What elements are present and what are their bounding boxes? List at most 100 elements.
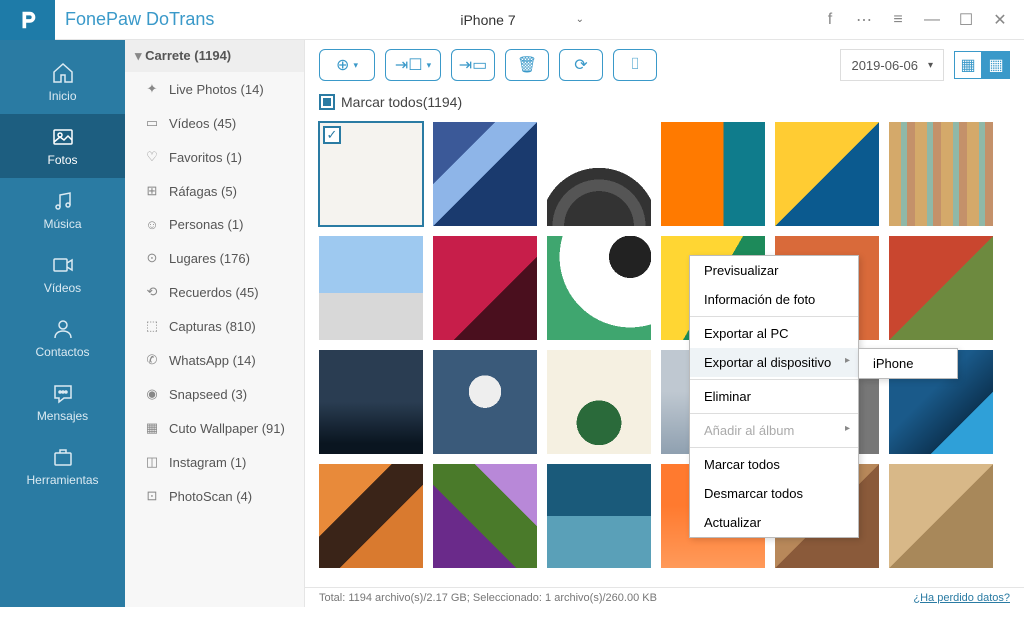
photo-thumbnail[interactable] [433, 350, 537, 454]
album-icon: ⟲ [143, 284, 161, 300]
album-item[interactable]: ◉ Snapseed (3) [125, 377, 304, 411]
photo-thumbnail[interactable] [433, 122, 537, 226]
album-item[interactable]: ✆WhatsApp (14) [125, 343, 304, 377]
context-menu: Previsualizar Información de foto Export… [689, 255, 859, 538]
album-item[interactable]: ▦Cuto Wallpaper (91) [125, 411, 304, 445]
select-all[interactable]: Marcar todos(1194) [305, 90, 1024, 118]
sidebar-label: Vídeos [44, 281, 81, 295]
ctx-add-album: Añadir al álbum [690, 416, 858, 445]
album-icon: ▦ [143, 420, 161, 436]
photo-thumbnail[interactable] [661, 122, 765, 226]
album-label: Favoritos (1) [169, 150, 242, 165]
ctx-unmark-all[interactable]: Desmarcar todos [690, 479, 858, 508]
sidebar-item-inicio[interactable]: Inicio [0, 50, 125, 114]
thumb-checkbox[interactable]: ✓ [323, 126, 341, 144]
ctx-delete[interactable]: Eliminar [690, 382, 858, 411]
select-all-label: Marcar todos(1194) [341, 94, 462, 110]
album-item[interactable]: ⊙Lugares (176) [125, 241, 304, 275]
photo-thumbnail[interactable] [319, 350, 423, 454]
album-label: Instagram (1) [169, 455, 246, 470]
album-label: Vídeos (45) [169, 116, 236, 131]
album-label: PhotoScan (4) [169, 489, 252, 504]
ctx-refresh[interactable]: Actualizar [690, 508, 858, 537]
feedback-icon[interactable]: f [820, 11, 840, 29]
photo-thumbnail[interactable] [775, 122, 879, 226]
photo-thumbnail[interactable] [319, 464, 423, 568]
album-item[interactable]: ⟲ Recuerdos (45) [125, 275, 304, 309]
ctx-info[interactable]: Información de foto [690, 285, 858, 314]
sidebar: Inicio Fotos Música Vídeos Contactos Men… [0, 40, 125, 607]
photo-thumbnail[interactable] [889, 464, 993, 568]
photo-thumbnail[interactable] [547, 236, 651, 340]
ctx-submenu-iphone[interactable]: iPhone [859, 349, 957, 378]
album-item[interactable]: ▭ Vídeos (45) [125, 106, 304, 140]
sidebar-item-mensajes[interactable]: Mensajes [0, 370, 125, 434]
refresh-button[interactable]: ⟳ [559, 49, 603, 81]
chat-icon[interactable]: ⋯ [854, 10, 874, 30]
device-selector[interactable]: iPhone 7 ⌄ [450, 12, 584, 28]
toolbox-button[interactable]: ⌷ [613, 49, 657, 81]
select-all-checkbox[interactable] [319, 94, 335, 110]
photo-thumbnail[interactable] [547, 464, 651, 568]
content-area: ⊕ ▾ ⇥☐ ▾ ⇥▭ 🗑 ⟳ ⌷ 2019-06-06 ▾ ▦ ▦ Marca… [305, 40, 1024, 607]
status-text: Total: 1194 archivo(s)/2.17 GB; Seleccio… [319, 592, 657, 604]
album-item[interactable]: ◫ Instagram (1) [125, 445, 304, 479]
album-item[interactable]: ⊡PhotoScan (4) [125, 479, 304, 513]
photo-thumbnail[interactable] [433, 236, 537, 340]
device-name: iPhone 7 [460, 12, 515, 28]
album-icon: ◫ [143, 454, 161, 470]
album-icon: ☺ [143, 217, 161, 232]
album-icon: ♡ [143, 149, 161, 165]
sidebar-item-musica[interactable]: Música [0, 178, 125, 242]
album-icon: ▭ [143, 115, 161, 131]
photo-thumbnail[interactable] [547, 350, 651, 454]
photo-thumbnail[interactable] [547, 122, 651, 226]
view-small-icon[interactable]: ▦ [982, 51, 1010, 79]
close-icon[interactable]: ✕ [990, 10, 1010, 30]
album-label: Recuerdos (45) [169, 285, 259, 300]
photo-thumbnail[interactable] [433, 464, 537, 568]
album-icon: ✦ [143, 81, 161, 97]
album-icon: ✆ [143, 352, 161, 368]
album-label: Ráfagas (5) [169, 184, 237, 199]
ctx-submenu: iPhone [858, 348, 958, 379]
maximize-icon[interactable]: ☐ [956, 10, 976, 30]
add-button[interactable]: ⊕ ▾ [319, 49, 375, 81]
ctx-export-pc[interactable]: Exportar al PC [690, 319, 858, 348]
minimize-icon[interactable]: — [922, 11, 942, 29]
sidebar-item-videos[interactable]: Vídeos [0, 242, 125, 306]
sidebar-item-fotos[interactable]: Fotos [0, 114, 125, 178]
album-panel: Carrete (1194) ✦ Live Photos (14) ▭ Vídeos … [125, 40, 305, 607]
view-large-icon[interactable]: ▦ [954, 51, 982, 79]
date-value: 2019-06-06 [851, 58, 918, 73]
sidebar-label: Mensajes [37, 409, 88, 423]
ctx-mark-all[interactable]: Marcar todos [690, 450, 858, 479]
album-item[interactable]: ⊞Ráfagas (5) [125, 174, 304, 208]
export-pc-button[interactable]: ⇥▭ [451, 49, 495, 81]
album-label: Lugares (176) [169, 251, 250, 266]
album-item[interactable]: ✦ Live Photos (14) [125, 72, 304, 106]
ctx-export-device[interactable]: Exportar al dispositivo iPhone [690, 348, 858, 377]
lost-data-link[interactable]: ¿Ha perdido datos? [913, 592, 1010, 604]
photo-thumbnail[interactable]: ✓ [319, 122, 423, 226]
album-icon: ◉ [143, 386, 161, 402]
app-logo [0, 0, 55, 40]
date-filter[interactable]: 2019-06-06 ▾ [840, 49, 944, 81]
export-phone-button[interactable]: ⇥☐ ▾ [385, 49, 441, 81]
photo-thumbnail[interactable] [889, 122, 993, 226]
album-label: Live Photos (14) [169, 82, 264, 97]
album-item[interactable]: ☺Personas (1) [125, 208, 304, 241]
sidebar-item-herramientas[interactable]: Herramientas [0, 434, 125, 498]
album-icon: ⬚ [143, 318, 161, 334]
photo-thumbnail[interactable] [889, 236, 993, 340]
ctx-preview[interactable]: Previsualizar [690, 256, 858, 285]
album-header[interactable]: Carrete (1194) [125, 40, 304, 72]
status-bar: Total: 1194 archivo(s)/2.17 GB; Seleccio… [305, 587, 1024, 607]
album-item[interactable]: ⬚Capturas (810) [125, 309, 304, 343]
menu-icon[interactable]: ≡ [888, 11, 908, 29]
album-label: Snapseed (3) [169, 387, 247, 402]
photo-thumbnail[interactable] [319, 236, 423, 340]
sidebar-item-contactos[interactable]: Contactos [0, 306, 125, 370]
album-item[interactable]: ♡ Favoritos (1) [125, 140, 304, 174]
delete-button[interactable]: 🗑 [505, 49, 549, 81]
